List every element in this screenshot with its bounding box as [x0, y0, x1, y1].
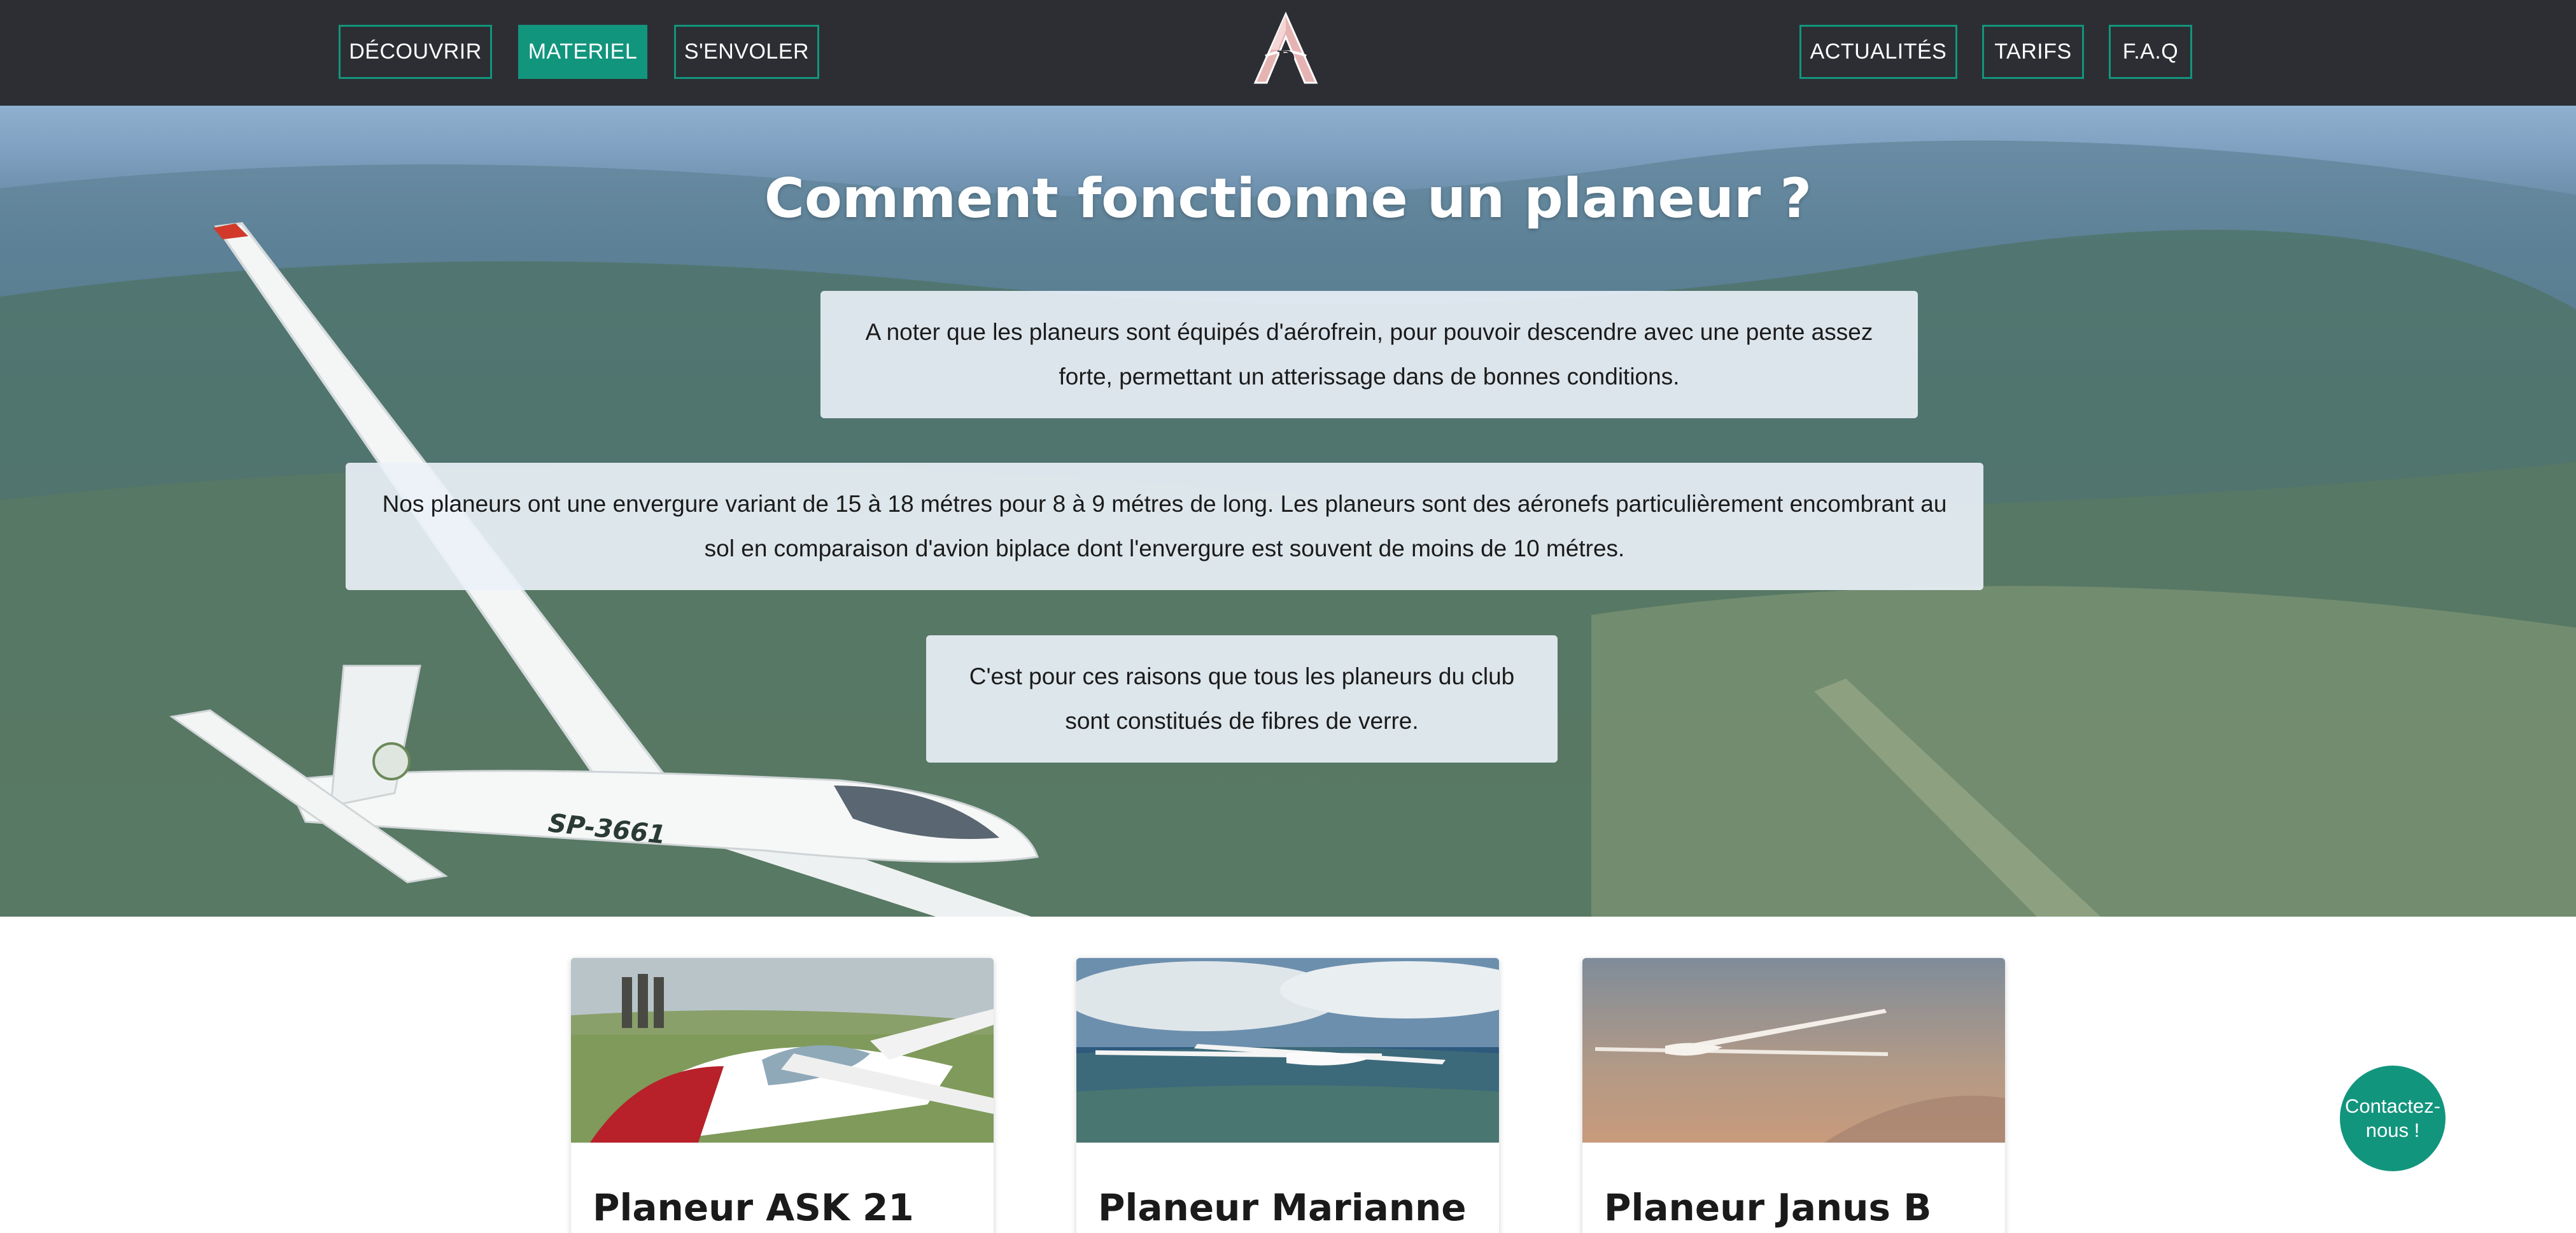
nav-senvoler-button[interactable]: S'ENVOLER — [674, 25, 819, 79]
marianne-photo — [1076, 958, 1499, 1143]
card-title: Planeur ASK 21 — [593, 1186, 914, 1229]
logo-letter: D — [1276, 46, 1295, 72]
card-title: Planeur Janus B — [1604, 1186, 1932, 1229]
top-navbar: DÉCOUVRIR MATERIEL S'ENVOLER D ACTUALITÉ… — [0, 0, 2576, 106]
ask21-photo — [571, 958, 994, 1143]
nav-actualites-button[interactable]: ACTUALITÉS — [1799, 25, 1957, 79]
nav-tarifs-button[interactable]: TARIFS — [1982, 25, 2084, 79]
card-title: Planeur Marianne — [1098, 1186, 1467, 1229]
info-box-text: C'est pour ces raisons que tous les plan… — [969, 663, 1515, 734]
contact-label: Contactez-nous ! — [2345, 1095, 2440, 1141]
nav-materiel-button[interactable]: MATERIEL — [518, 25, 647, 79]
nav-decouvrir-button[interactable]: DÉCOUVRIR — [339, 25, 492, 79]
card-janus-b[interactable]: Planeur Janus B — [1582, 958, 2005, 1233]
info-box-fibres: C'est pour ces raisons que tous les plan… — [926, 635, 1558, 763]
info-box-text: Nos planeurs ont une envergure variant d… — [382, 491, 1947, 561]
club-logo[interactable]: D — [1241, 11, 1330, 87]
card-marianne[interactable]: Planeur Marianne — [1076, 958, 1499, 1233]
hero-banner: SP-3661 Comment fonctionne un planeur ? … — [0, 106, 2576, 917]
contact-button[interactable]: Contactez-nous ! — [2340, 1066, 2446, 1171]
nav-faq-button[interactable]: F.A.Q — [2109, 25, 2192, 79]
card-ask21[interactable]: Planeur ASK 21 — [571, 958, 994, 1233]
info-box-text: A noter que les planeurs sont équipés d'… — [865, 319, 1873, 390]
page-title: Comment fonctionne un planeur ? — [764, 167, 1812, 230]
info-box-aerofrein: A noter que les planeurs sont équipés d'… — [820, 291, 1918, 418]
info-box-envergure: Nos planeurs ont une envergure variant d… — [346, 463, 1983, 590]
janus-b-photo — [1582, 958, 2005, 1143]
